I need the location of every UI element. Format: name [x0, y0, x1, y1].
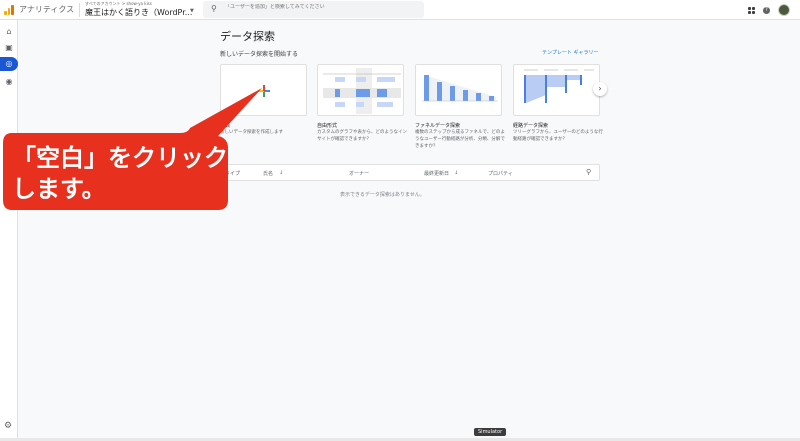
column-name[interactable]: 氏名	[263, 170, 273, 177]
search-input[interactable]	[225, 4, 415, 10]
column-owner[interactable]: オーナー	[349, 170, 369, 177]
explore-icon[interactable]: ◎	[0, 57, 18, 71]
search-icon[interactable]: ⚲	[586, 168, 591, 176]
callout-text: 「空白」をクリック します。	[12, 144, 228, 203]
chevron-down-icon[interactable]: ▼	[190, 8, 194, 14]
template-card-blank[interactable]	[220, 64, 307, 116]
section-subtitle: 新しいデータ探索を開始する	[220, 51, 299, 58]
empty-message: 表示できるデータ探索はありません。	[340, 192, 425, 198]
column-last-modified[interactable]: 最終更新日	[424, 170, 449, 177]
sidebar: ⌂ ▣ ◎ ◉	[0, 20, 18, 441]
template-desc: 複数のステップから成るファネルで、どのようなユーザー行動経路が分析、分類、分解で…	[415, 130, 505, 149]
top-bar: アナリティクス すべてのアカウント > show-ya kiss 魔王はかく語り…	[0, 0, 800, 20]
plus-icon	[258, 85, 270, 97]
template-card-freeform[interactable]	[317, 64, 404, 116]
freeform-preview	[323, 68, 401, 114]
template-title: 自由形式	[317, 123, 338, 129]
settings-gear-icon[interactable]: ⚙	[4, 421, 12, 431]
sort-arrow-icon[interactable]: ↓	[279, 170, 283, 176]
advertising-icon[interactable]: ◉	[4, 77, 14, 87]
chevron-right-icon[interactable]: ›	[593, 82, 607, 96]
path-preview	[524, 69, 594, 103]
help-icon[interactable]: ?	[763, 6, 770, 14]
app-name: アナリティクス	[19, 5, 75, 14]
tooltip: Simulator	[474, 428, 507, 436]
template-title: 空白	[220, 123, 231, 129]
template-desc: カスタムのグラフや表から、どのようなインサイトが確認できますか？	[317, 130, 407, 142]
template-card-funnel[interactable]	[415, 64, 502, 116]
explorations-table-header: タイプ 氏名 ↓ オーナー 最終更新日 ↓ プロパティ ⚲	[220, 164, 600, 181]
search-bar[interactable]: ⚲	[203, 1, 424, 18]
property-selector[interactable]: 魔王はかく語りき（WordPr...	[85, 7, 192, 18]
analytics-logo	[4, 5, 14, 15]
apps-grid-icon[interactable]	[748, 6, 755, 14]
template-title: 経路データ探索	[513, 123, 549, 129]
template-desc: 新しいデータ探索を作成します	[220, 130, 283, 135]
funnel-preview	[422, 75, 498, 102]
avatar[interactable]	[778, 4, 790, 16]
template-gallery-link[interactable]: テンプレート ギャラリー	[542, 49, 598, 56]
template-title: ファネルデータ探索	[415, 123, 461, 129]
reports-icon[interactable]: ▣	[4, 43, 14, 53]
template-card-path[interactable]	[513, 64, 600, 116]
divider	[79, 3, 80, 17]
column-property[interactable]: プロパティ	[488, 170, 513, 177]
search-icon: ⚲	[211, 4, 217, 13]
sort-arrow-icon[interactable]: ↓	[454, 170, 458, 176]
template-desc: ツリーグラフから、ユーザーのどのような行動経路が確認できますか？	[513, 130, 603, 142]
page-title: データ探索	[220, 30, 275, 43]
home-icon[interactable]: ⌂	[4, 27, 14, 37]
